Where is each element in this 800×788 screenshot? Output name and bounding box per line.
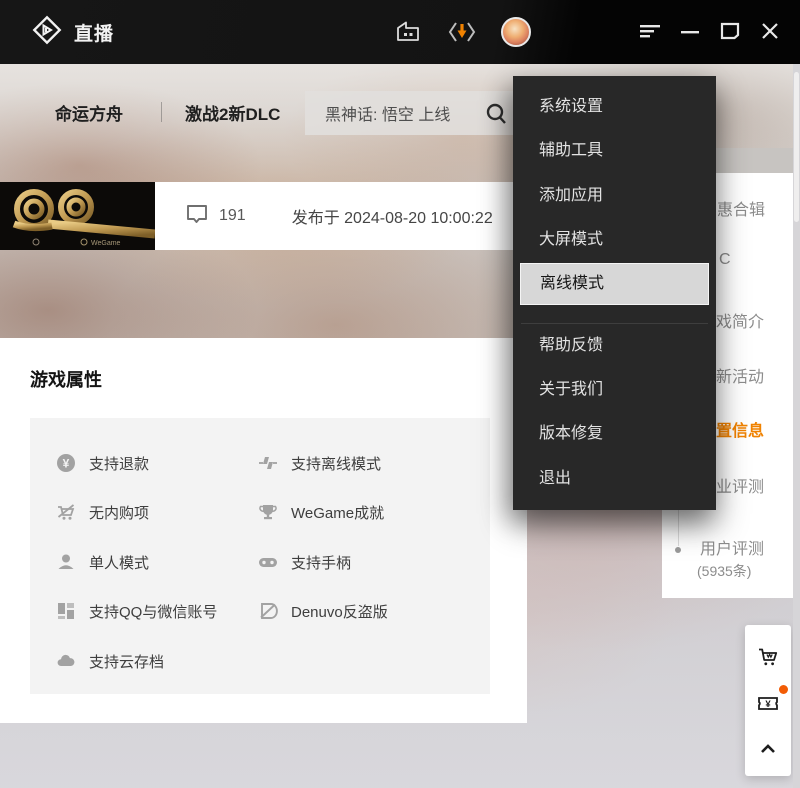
- attr-no-iap: 无内购项: [56, 500, 149, 524]
- anchor-dlc[interactable]: C: [719, 251, 731, 269]
- search-icon[interactable]: [484, 102, 508, 131]
- section-title: 游戏属性: [30, 366, 102, 392]
- denuvo-icon: [258, 601, 278, 621]
- comment-icon[interactable]: [185, 202, 209, 231]
- titlebar: 直播: [0, 0, 800, 64]
- offline-mode-icon: [258, 453, 278, 473]
- gamepad-icon: [258, 552, 278, 572]
- attr-cloud-save: 支持云存档: [56, 649, 164, 673]
- attr-achievement: WeGame成就: [258, 500, 384, 524]
- cart-icon[interactable]: [756, 645, 780, 669]
- attr-offline-mode: 支持离线模式: [258, 451, 381, 475]
- menu-item-add-app[interactable]: 添加应用: [513, 174, 716, 218]
- scrollbar[interactable]: [793, 64, 800, 788]
- close-button[interactable]: [754, 16, 786, 46]
- menu-item-helper-tools[interactable]: 辅助工具: [513, 129, 716, 173]
- menu-item-big-screen[interactable]: 大屏模式: [513, 218, 716, 262]
- live-tab-label: 直播: [74, 19, 114, 46]
- wegame-live-logo-icon: [30, 13, 64, 52]
- menu-item-system-settings[interactable]: 系统设置: [513, 85, 716, 129]
- article-thumbnail[interactable]: WeGame: [0, 182, 155, 250]
- anchor-timeline: [678, 510, 679, 546]
- maximize-button[interactable]: [714, 16, 746, 46]
- achievement-icon: [258, 502, 278, 522]
- game-console-icon[interactable]: [392, 16, 424, 48]
- menu-item-exit[interactable]: 退出: [513, 457, 716, 501]
- thumb-watermark: WeGame: [91, 240, 121, 247]
- floating-action-bar: ¥: [745, 625, 791, 776]
- nav-link-gw2-dlc[interactable]: 激战2新DLC: [185, 100, 280, 125]
- svg-text:¥: ¥: [63, 457, 70, 471]
- notification-dot: [779, 685, 788, 694]
- svg-text:¥: ¥: [765, 699, 771, 710]
- menu-item-offline-mode[interactable]: 离线模式: [520, 263, 709, 305]
- right-panel-header: [716, 148, 793, 173]
- single-player-icon: [56, 552, 76, 572]
- live-tab[interactable]: 直播: [30, 14, 114, 50]
- cloud-save-icon: [56, 651, 76, 671]
- attr-denuvo: Denuvo反盗版: [258, 599, 388, 623]
- scroll-top-icon[interactable]: [756, 737, 780, 761]
- article-meta-bar: 191 发布于 2024-08-20 10:00:22: [155, 182, 527, 250]
- wegame-window: 直播: [0, 0, 800, 788]
- anchor-config-info[interactable]: 置信息: [716, 417, 764, 441]
- attr-qq-wechat: 支持QQ与微信账号: [56, 599, 217, 623]
- system-dropdown-menu: 系统设置 辅助工具 添加应用 大屏模式 离线模式 帮助反馈 关于我们 版本修复 …: [513, 76, 716, 510]
- refund-icon: ¥: [56, 453, 76, 473]
- publish-date: 发布于 2024-08-20 10:00:22: [292, 204, 493, 228]
- attr-refund: ¥ 支持退款: [56, 451, 149, 475]
- search-input[interactable]: 黑神话: 悟空 上线: [305, 91, 516, 135]
- anchor-latest-events[interactable]: 新活动: [716, 363, 764, 387]
- menu-item-version-repair[interactable]: 版本修复: [513, 412, 716, 456]
- coupon-icon[interactable]: ¥: [756, 691, 780, 715]
- comment-count: 191: [219, 207, 246, 225]
- anchor-user-reviews-count[interactable]: (5935条): [697, 561, 751, 581]
- anchor-sale-collection[interactable]: 惠合辑: [717, 196, 765, 220]
- nav-link-lost-ark[interactable]: 命运方舟: [55, 100, 123, 125]
- anchor-game-intro[interactable]: 戏简介: [716, 308, 764, 332]
- attribute-panel: ¥ 支持退款 无内购项 单人模式: [30, 418, 490, 694]
- search-value: 黑神话: 悟空 上线: [325, 101, 450, 125]
- anchor-dot: [675, 547, 681, 553]
- minimize-button[interactable]: [674, 16, 706, 46]
- game-attributes-card: 游戏属性 ¥ 支持退款 无内购项: [0, 338, 527, 723]
- hamburger-menu-icon[interactable]: [634, 16, 666, 46]
- nav-divider: [161, 102, 162, 122]
- attr-single-player: 单人模式: [56, 550, 149, 574]
- qq-wechat-icon: [56, 601, 76, 621]
- download-manager-icon[interactable]: [446, 16, 478, 48]
- avatar[interactable]: [500, 16, 532, 48]
- menu-item-about-us[interactable]: 关于我们: [513, 368, 716, 412]
- anchor-user-reviews[interactable]: 用户评测: [700, 535, 764, 559]
- menu-item-help-feedback[interactable]: 帮助反馈: [513, 324, 716, 368]
- scrollbar-thumb[interactable]: [794, 72, 799, 222]
- anchor-pro-reviews[interactable]: 业评测: [716, 473, 764, 497]
- no-iap-icon: [56, 502, 76, 522]
- attr-gamepad: 支持手柄: [258, 550, 351, 574]
